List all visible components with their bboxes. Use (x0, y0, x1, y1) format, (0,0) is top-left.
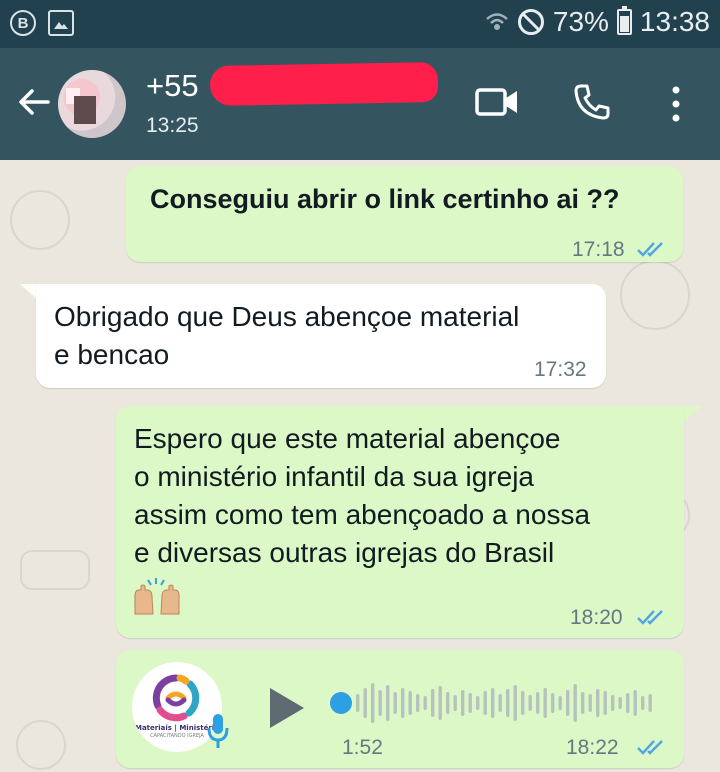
message-bubble-outgoing[interactable]: Espero que este material abençoe o minis… (116, 406, 684, 638)
message-time: 18:22 (566, 736, 619, 759)
waveform-bar (431, 689, 435, 717)
waveform-bar (536, 692, 540, 714)
waveform-bar (521, 691, 525, 715)
waveform-bar (401, 688, 405, 718)
waveform-bar (551, 693, 555, 713)
message-text: Obrigado que Deus abençoe material e ben… (54, 301, 520, 370)
voice-duration: 1:52 (342, 736, 383, 759)
raised-hands-emoji (134, 578, 180, 615)
waveform-bar (596, 689, 600, 717)
waveform-bar (363, 688, 367, 718)
waveform-bar (386, 685, 390, 721)
status-bar: B 73% 13:38 (0, 0, 720, 48)
waveform-bar (416, 694, 420, 712)
waveform-bar (566, 690, 570, 716)
waveform-bar (528, 695, 532, 711)
waveform-bar (378, 690, 382, 716)
back-arrow-icon[interactable] (16, 84, 52, 120)
read-receipt-icon (637, 610, 663, 625)
b-icon-label: B (17, 14, 29, 32)
waveform-bar (438, 686, 442, 720)
waveform-bar (618, 697, 622, 709)
playback-seek-handle[interactable] (330, 692, 352, 714)
message-time: 18:20 (570, 606, 623, 629)
waveform-bar (543, 688, 547, 718)
waveform-bar (423, 696, 427, 710)
waveform-bar (476, 696, 480, 710)
do-not-disturb-icon (517, 9, 544, 35)
waveform-bar (506, 689, 510, 717)
read-receipt-icon (637, 242, 663, 257)
redaction-mark (209, 62, 439, 106)
chat-area[interactable]: Conseguiu abrir o link certinho ai ?? 17… (0, 160, 720, 772)
waveform-bar (468, 693, 472, 713)
message-bubble-incoming[interactable]: Obrigado que Deus abençoe material e ben… (36, 284, 606, 388)
waveform-bar (498, 694, 502, 712)
waveform-bar (446, 692, 450, 714)
message-time: 17:18 (572, 238, 625, 261)
waveform-bar (408, 691, 412, 715)
bubble-tail (684, 406, 702, 422)
waveform-bar (626, 693, 630, 713)
waveform-bar (558, 696, 562, 710)
waveform-bar (611, 695, 615, 711)
status-right: 73% 13:38 (485, 6, 710, 38)
waveform-bar (483, 691, 487, 715)
waveform-bar (641, 696, 645, 710)
image-icon (48, 10, 74, 36)
waveform-bar (588, 694, 592, 712)
status-left-icons: B (10, 10, 74, 36)
waveform-bar (393, 692, 397, 714)
waveform-bar (371, 683, 375, 723)
waveform-bar (573, 684, 577, 722)
waveform-bar (633, 690, 637, 716)
message-bubble-outgoing[interactable]: Conseguiu abrir o link certinho ai ?? 17… (126, 166, 683, 262)
microphone-icon (207, 714, 229, 748)
waveform-bar (603, 691, 607, 715)
read-receipt-icon (637, 740, 663, 755)
waveform-bar (581, 692, 585, 714)
waveform-bar (513, 685, 517, 721)
voice-call-icon[interactable] (572, 82, 612, 122)
battery-icon (616, 6, 632, 35)
message-text: Conseguiu abrir o link certinho ai ?? (150, 184, 620, 214)
b-icon: B (10, 10, 36, 36)
waveform-bar (356, 694, 360, 712)
waveform-bar (461, 690, 465, 716)
audio-waveform[interactable] (356, 680, 666, 726)
battery-percent: 73% (552, 6, 609, 37)
voice-message-bubble[interactable]: Materiais | Ministério CAPACITANDO IGREJ… (116, 650, 684, 768)
waveform-bar (491, 688, 495, 718)
video-call-icon[interactable] (474, 84, 520, 120)
wifi-icon (486, 13, 508, 30)
contact-name[interactable]: +55 (146, 68, 199, 104)
contact-avatar[interactable] (58, 70, 126, 138)
logo-icon (152, 674, 200, 722)
waveform-bar (648, 694, 652, 712)
more-options-icon[interactable] (668, 84, 684, 124)
chat-header: +55 13:25 (0, 48, 720, 160)
clock: 13:38 (639, 6, 710, 37)
message-time: 17:32 (534, 358, 587, 381)
last-seen: 13:25 (146, 114, 199, 137)
message-text: Espero que este material abençoe o minis… (134, 423, 591, 568)
play-icon[interactable] (266, 686, 306, 730)
waveform-bar (453, 695, 457, 711)
